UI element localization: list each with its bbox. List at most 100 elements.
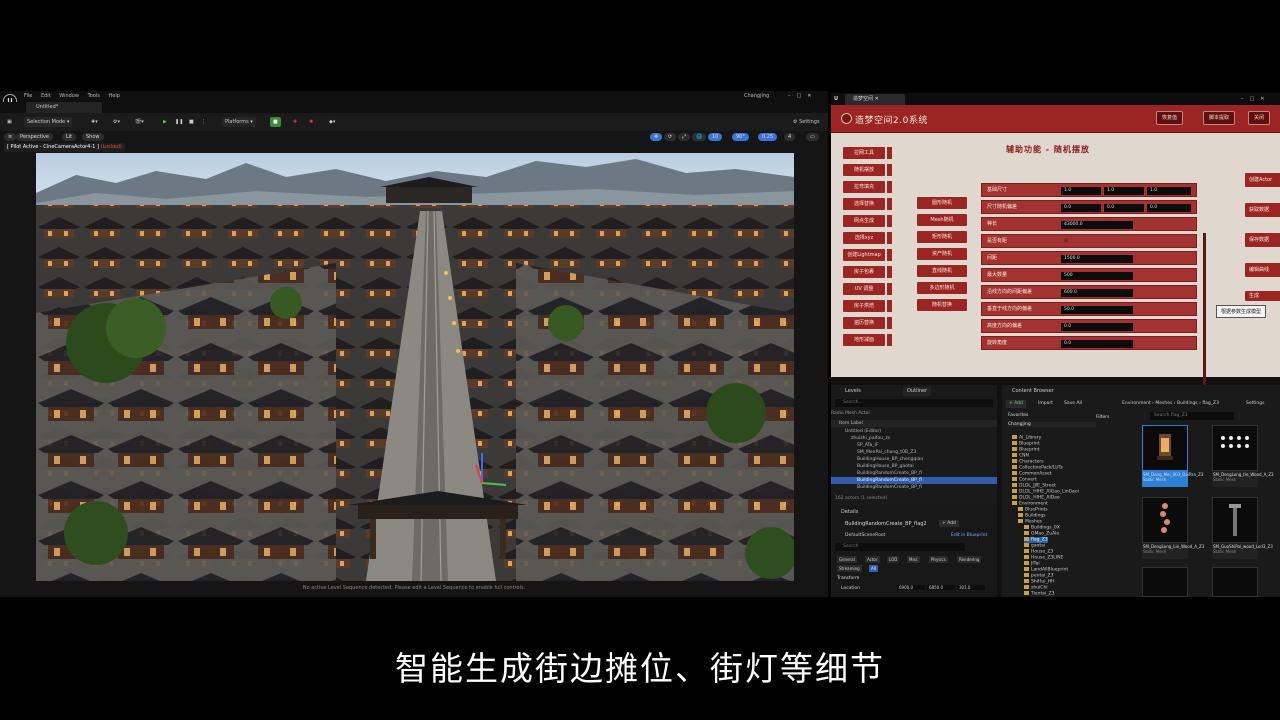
asset-thumbnail[interactable] (1142, 567, 1188, 597)
outliner-row-selected[interactable]: BuildingRandomCreate_BP_fl (831, 477, 997, 484)
menu-tools[interactable]: Tools (88, 91, 100, 102)
grid-snap-button[interactable]: 10 (708, 133, 723, 141)
left-menu-item[interactable]: 创建Lightmap (843, 249, 885, 261)
left-menu-item[interactable]: 随机摆放 (843, 164, 885, 176)
favorites-header[interactable]: Favorites (1008, 413, 1028, 418)
filter-misc[interactable]: Misc (907, 556, 920, 563)
breadcrumb-item[interactable]: Environment (1122, 401, 1151, 406)
blueprints-icon[interactable]: ⚙▾ (110, 117, 123, 127)
create-actor-button[interactable]: 创建Actor (1245, 173, 1280, 187)
param-input[interactable]: 43000.0 (1061, 221, 1133, 229)
quick-add-icon[interactable]: ✚▾ (88, 117, 101, 127)
viewport-menu-icon[interactable]: ≡ (4, 133, 17, 141)
left-menu-item[interactable]: 地形减面 (843, 334, 885, 346)
asset-thumbnail[interactable] (1212, 497, 1258, 543)
filters-label[interactable]: Filters (1096, 415, 1110, 420)
left-menu-item[interactable]: UV 调整 (843, 283, 885, 295)
world-local-icon[interactable]: 🌐 (692, 133, 707, 141)
asset-thumbnail[interactable] (1142, 497, 1188, 543)
mid-menu-item[interactable]: 随机替换 (917, 299, 967, 311)
details-search[interactable]: Search (835, 543, 965, 551)
menu-help[interactable]: Help (108, 91, 119, 102)
param-input[interactable]: 0.0 (1061, 204, 1101, 212)
edit-curve-button[interactable]: 编辑曲线 (1245, 263, 1280, 277)
asset-label[interactable]: SM_DengLong_tie_Wood_A_Z3 Static Mesh (1212, 471, 1274, 487)
outliner-row[interactable]: BuildingRandomCreate_BP_fl (831, 484, 997, 491)
asset-label[interactable]: SM_DengLong_Lie_Wood_A_Z3 Static Mesh (1142, 543, 1204, 559)
settings-button[interactable]: ⚙ Settings (790, 117, 823, 127)
filter-physics[interactable]: Physics (929, 556, 948, 563)
save-all-button[interactable]: Save All (1064, 400, 1082, 408)
script-extract-button[interactable]: 脚本提取 (1203, 111, 1236, 125)
play-icon[interactable]: ▶ (160, 117, 170, 127)
filter-lod[interactable]: LOD (887, 556, 900, 563)
param-input[interactable]: 600.0 (1061, 289, 1133, 297)
outliner-row[interactable]: BuildingHouse_BP_chengqian (831, 456, 997, 463)
folder-item[interactable]: Tientai_Z3 (1024, 591, 1054, 597)
outliner-row[interactable]: Untitled (Editor) (831, 428, 997, 435)
play-options-icon[interactable]: ⋮ (198, 117, 209, 127)
location-y[interactable]: 6850.0 (927, 585, 955, 590)
param-input[interactable]: 0.0 (1061, 340, 1133, 348)
left-menu-item[interactable]: 房子烘焙 (843, 300, 885, 312)
filter-all[interactable]: All (869, 565, 878, 572)
import-button[interactable]: Import (1038, 400, 1053, 408)
transform-section[interactable]: Transform (837, 576, 859, 581)
rotate-mode-icon[interactable]: ⟳ (664, 133, 677, 141)
select-mode-icon[interactable]: ✥ (650, 133, 663, 141)
tool-window-controls[interactable]: –□✕ (1241, 93, 1270, 105)
asset-thumbnail[interactable] (1212, 567, 1258, 597)
stop-icon[interactable]: ■ (186, 117, 197, 127)
outliner-row[interactable]: zhuizhi_paifou_zs (831, 435, 997, 442)
filter-rendering[interactable]: Rendering (957, 556, 982, 563)
level-tab[interactable]: Untitled* (26, 102, 102, 113)
snap-icon[interactable]: ◆▾ (326, 117, 338, 127)
project-root[interactable]: Changjing (1008, 422, 1096, 427)
mid-menu-item[interactable]: 资产随机 (917, 248, 967, 260)
asset-thumbnail[interactable] (1142, 425, 1188, 471)
outliner-row[interactable]: SM_MenPai_chang_t0B_Z3 (831, 449, 997, 456)
cinematics-icon[interactable]: 🎬▾ (132, 117, 147, 127)
mid-menu-item[interactable]: 圆形随机 (917, 197, 967, 209)
mid-menu-item[interactable]: 矩形随机 (917, 231, 967, 243)
outliner-search[interactable]: Search... (835, 399, 993, 407)
breadcrumb-item[interactable]: Meshes (1155, 401, 1172, 406)
left-menu-item[interactable]: 拉网工具 (843, 147, 885, 159)
left-menu-item[interactable]: 房子包裹 (843, 266, 885, 278)
pause-icon[interactable]: ❚❚ (172, 117, 186, 127)
left-menu-item[interactable]: 选择xyz (843, 232, 885, 244)
save-icon[interactable]: ▣ (4, 117, 15, 127)
asset-label[interactable]: SM_GuoShiPai_wood_Lod3_Z3 Static Mesh (1212, 543, 1273, 559)
plugin-icon-red[interactable]: ✚ (290, 117, 300, 127)
level-viewport[interactable] (36, 153, 794, 581)
close-button[interactable]: 关闭 (1248, 111, 1271, 125)
show-button[interactable]: Show (82, 133, 104, 141)
param-input[interactable]: 0.0 (1061, 323, 1133, 331)
outliner-row[interactable]: BuildingHouse_BP_gaotai (831, 463, 997, 470)
left-menu-item[interactable]: 网点生成 (843, 215, 885, 227)
outliner-tab[interactable]: Outliner (903, 387, 932, 396)
get-data-button[interactable]: 获取数据 (1245, 203, 1280, 217)
rotation-snap-button[interactable]: 90° (732, 133, 749, 141)
param-input[interactable]: 1.0 (1104, 187, 1144, 195)
content-add-button[interactable]: + Add (1006, 400, 1026, 408)
generate-button[interactable]: 生成 (1245, 291, 1280, 301)
menu-edit[interactable]: Edit (41, 91, 51, 102)
left-menu-item[interactable]: 拉弯填充 (843, 181, 885, 193)
filter-actor[interactable]: Actor (865, 556, 880, 563)
content-settings-button[interactable]: Settings (1246, 400, 1264, 408)
levels-tab[interactable]: Levels (841, 387, 865, 396)
left-menu-item[interactable]: 选择替换 (843, 198, 885, 210)
breadcrumb-item[interactable]: Buildings (1177, 401, 1198, 406)
param-checkbox[interactable]: ☒ (1061, 238, 1071, 246)
platforms-dropdown[interactable]: Platforms ▾ (222, 117, 256, 127)
source-control-icon[interactable]: ■ (270, 117, 281, 127)
left-menu-item[interactable]: 遍历替换 (843, 317, 885, 329)
selection-mode-dropdown[interactable]: Selection Mode ▾ (24, 117, 73, 127)
lit-button[interactable]: Lit (62, 133, 77, 141)
perspective-button[interactable]: Perspective (16, 133, 53, 141)
scale-mode-icon[interactable]: ⤢ (678, 133, 691, 141)
tool-tab[interactable]: 造梦空间 ✕ (845, 94, 905, 105)
param-input[interactable]: 500 (1061, 272, 1133, 280)
asset-thumbnail[interactable] (1212, 425, 1258, 471)
